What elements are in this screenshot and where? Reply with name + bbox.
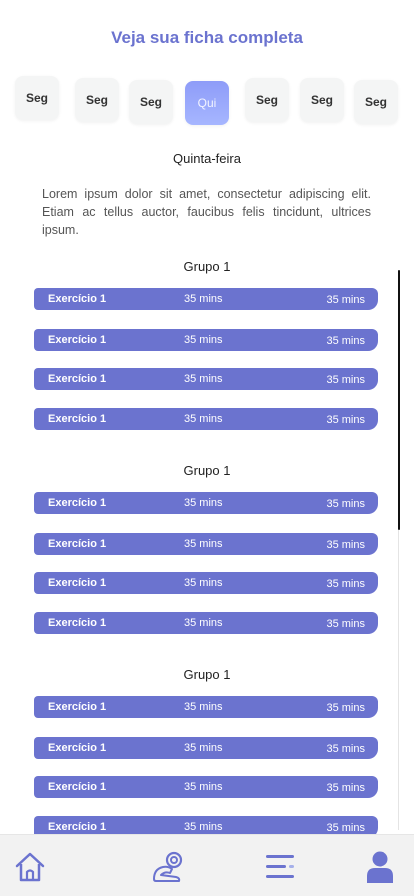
exercise-time: 35 mins (326, 782, 365, 794)
exercise-time: 35 mins (326, 374, 365, 386)
exercise-time: 35 mins (326, 539, 365, 551)
exercise-name: Exercício 1 (48, 293, 107, 305)
nav-menu-button[interactable] (262, 849, 298, 885)
exercise-duration: 35 mins (184, 413, 223, 425)
exercise-name: Exercício 1 (48, 742, 107, 754)
exercise-row[interactable]: Exercício 1 35 mins 35 mins (34, 776, 378, 798)
nav-profile-button[interactable] (362, 849, 398, 885)
scrollbar-thumb[interactable] (398, 270, 400, 530)
exercise-row[interactable]: Exercício 1 35 mins 35 mins (34, 288, 378, 310)
exercise-name: Exercício 1 (48, 538, 107, 550)
exercise-time: 35 mins (326, 498, 365, 510)
exercise-name: Exercício 1 (48, 577, 107, 589)
day-selector: Seg Seg Seg Qui Seg Seg Seg (0, 0, 414, 130)
exercise-duration: 35 mins (184, 334, 223, 346)
exercise-name: Exercício 1 (48, 701, 107, 713)
exercise-row[interactable]: Exercício 1 35 mins 35 mins (34, 696, 378, 718)
exercise-duration: 35 mins (184, 538, 223, 550)
exercise-duration: 35 mins (184, 821, 223, 833)
exercise-time: 35 mins (326, 702, 365, 714)
group-title: Grupo 1 (183, 667, 231, 682)
exercise-duration: 35 mins (184, 497, 223, 509)
exercise-time: 35 mins (326, 822, 365, 834)
exercise-name: Exercício 1 (48, 617, 107, 629)
exercise-time: 35 mins (326, 414, 365, 426)
day-description: Lorem ipsum dolor sit amet, consectetur … (42, 187, 371, 237)
exercise-name: Exercício 1 (48, 373, 107, 385)
day-tab-2[interactable]: Seg (75, 78, 119, 122)
exercise-time: 35 mins (326, 743, 365, 755)
exercise-time: 35 mins (326, 335, 365, 347)
day-tab-5[interactable]: Seg (245, 78, 289, 122)
exercise-row[interactable]: Exercício 1 35 mins 35 mins (34, 572, 378, 594)
exercise-time: 35 mins (326, 578, 365, 590)
exercise-name: Exercício 1 (48, 821, 107, 833)
day-tab-7[interactable]: Seg (354, 80, 398, 124)
dumbbell-arm-icon (153, 851, 183, 882)
exercise-duration: 35 mins (184, 577, 223, 589)
exercise-duration: 35 mins (184, 373, 223, 385)
exercise-duration: 35 mins (184, 617, 223, 629)
exercise-name: Exercício 1 (48, 497, 107, 509)
bottom-navbar (0, 834, 414, 896)
exercise-row[interactable]: Exercício 1 35 mins 35 mins (34, 737, 378, 759)
exercise-time: 35 mins (326, 294, 365, 306)
group-title: Grupo 1 (183, 259, 231, 274)
group-title: Grupo 1 (183, 463, 231, 478)
exercise-name: Exercício 1 (48, 334, 107, 346)
exercise-row[interactable]: Exercício 1 35 mins 35 mins (34, 533, 378, 555)
exercise-name: Exercício 1 (48, 413, 107, 425)
day-tab-3[interactable]: Seg (129, 80, 173, 124)
exercise-duration: 35 mins (184, 742, 223, 754)
exercise-row[interactable]: Exercício 1 35 mins 35 mins (34, 329, 378, 351)
nav-home-button[interactable] (12, 849, 48, 885)
exercise-name: Exercício 1 (48, 781, 107, 793)
exercise-row[interactable]: Exercício 1 35 mins 35 mins (34, 368, 378, 390)
selected-day-name: Quinta-feira (173, 151, 241, 166)
day-tab-1[interactable]: Seg (15, 76, 59, 120)
home-icon (15, 852, 45, 882)
user-icon (367, 851, 393, 883)
exercise-row[interactable]: Exercício 1 35 mins 35 mins (34, 492, 378, 514)
exercise-time: 35 mins (326, 618, 365, 630)
exercise-row[interactable]: Exercício 1 35 mins 35 mins (34, 408, 378, 430)
exercise-duration: 35 mins (184, 293, 223, 305)
exercise-duration: 35 mins (184, 701, 223, 713)
day-tab-4-active[interactable]: Qui (185, 81, 229, 125)
exercise-duration: 35 mins (184, 781, 223, 793)
day-tab-6[interactable]: Seg (300, 78, 344, 122)
exercise-row[interactable]: Exercício 1 35 mins 35 mins (34, 612, 378, 634)
menu-lines-icon (266, 855, 294, 878)
nav-workout-button[interactable] (150, 849, 186, 885)
